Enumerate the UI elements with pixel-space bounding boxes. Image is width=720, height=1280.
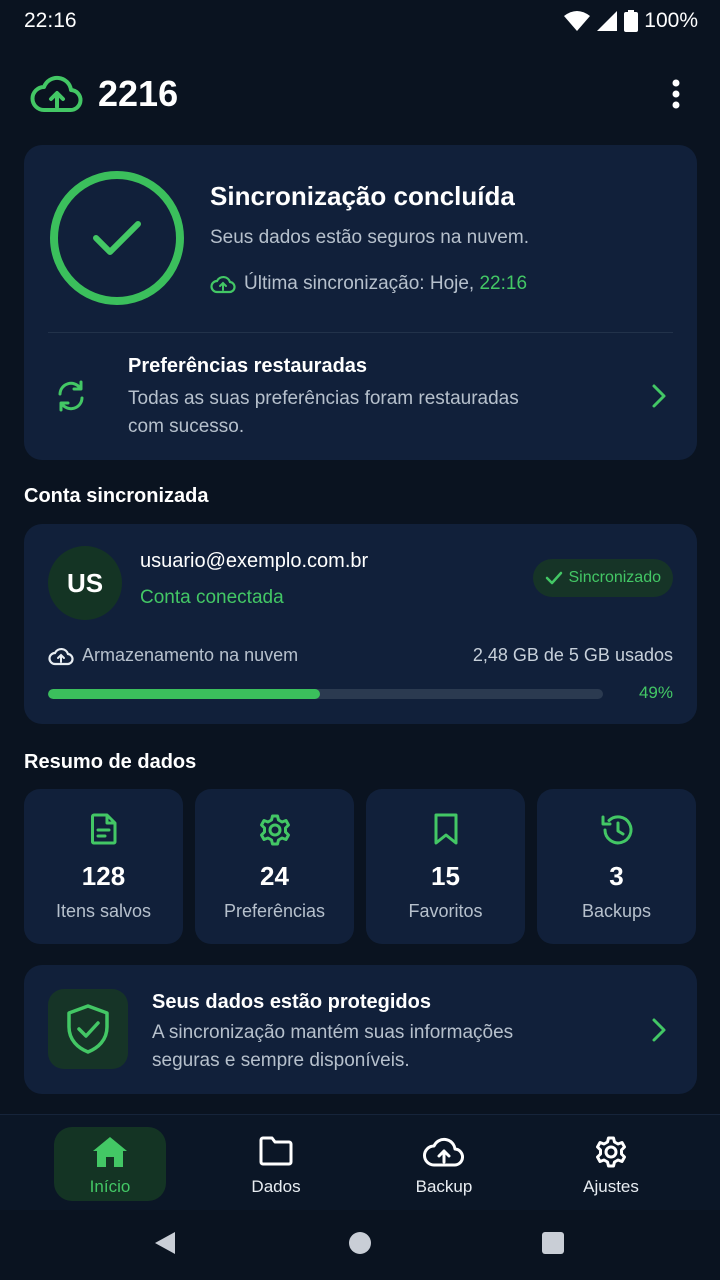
chevron-right-icon bbox=[652, 384, 666, 408]
storage-usage: 2,48 GB de 5 GB usados bbox=[472, 645, 673, 665]
stat-card-saved-items[interactable]: 128 Itens salvos bbox=[24, 789, 183, 944]
cloud-check-icon bbox=[210, 275, 236, 294]
wifi-icon bbox=[564, 11, 591, 31]
protected-description: A sincronização mantém suas informações … bbox=[152, 1022, 514, 1071]
folder-icon bbox=[259, 1136, 293, 1166]
storage-percent: 49% bbox=[638, 683, 673, 702]
check-icon bbox=[545, 571, 562, 585]
app-header: 2216 bbox=[0, 60, 720, 128]
gear-icon bbox=[259, 814, 290, 846]
storage-label: Armazenamento na nuvem bbox=[82, 645, 299, 665]
bottom-navigation: Início Dados Backup Ajustes bbox=[0, 1114, 720, 1210]
battery-icon bbox=[624, 10, 639, 32]
file-icon bbox=[90, 813, 116, 845]
account-email: usuario@exemplo.com.br bbox=[140, 550, 369, 572]
nav-label: Início bbox=[89, 1177, 131, 1196]
preferences-restored-row[interactable]: Preferências restauradas Todas as suas p… bbox=[24, 333, 697, 460]
app-title: 2216 bbox=[98, 73, 179, 114]
nav-data[interactable]: Dados bbox=[220, 1127, 332, 1201]
shield-badge bbox=[48, 989, 128, 1069]
protected-title: Seus dados estão protegidos bbox=[152, 991, 431, 1013]
system-navigation bbox=[0, 1210, 720, 1280]
nav-home[interactable]: Início bbox=[54, 1127, 166, 1201]
sync-success-indicator bbox=[50, 171, 184, 305]
preferences-title: Preferências restauradas bbox=[128, 355, 368, 377]
stat-label: Favoritos bbox=[408, 901, 483, 921]
account-section-title: Conta sincronizada bbox=[24, 485, 209, 507]
sync-status-card: Sincronização concluída Seus dados estão… bbox=[24, 145, 697, 460]
history-icon bbox=[601, 815, 632, 845]
back-icon[interactable] bbox=[153, 1230, 177, 1256]
cloud-icon bbox=[48, 647, 74, 665]
sync-title: Sincronização concluída bbox=[210, 181, 515, 211]
stat-value: 128 bbox=[81, 861, 126, 891]
account-status: Conta conectada bbox=[140, 587, 284, 608]
check-icon bbox=[93, 221, 141, 255]
avatar: US bbox=[48, 546, 122, 620]
storage-progress-fill bbox=[48, 689, 320, 699]
data-protected-card[interactable]: Seus dados estão protegidos A sincroniza… bbox=[24, 965, 697, 1094]
shield-check-icon bbox=[67, 1004, 109, 1054]
nav-label: Dados bbox=[251, 1177, 301, 1196]
status-time: 22:16 bbox=[24, 9, 77, 32]
status-bar: 22:16 100% bbox=[0, 0, 720, 42]
nav-backup[interactable]: Backup bbox=[388, 1127, 500, 1201]
more-vert-icon bbox=[672, 79, 680, 109]
last-sync: Última sincronização: Hoje, 22:16 bbox=[210, 273, 527, 295]
nav-label: Backup bbox=[415, 1177, 473, 1196]
sync-icon bbox=[58, 380, 84, 412]
stat-value: 24 bbox=[260, 861, 289, 891]
last-sync-time: 22:16 bbox=[479, 273, 528, 294]
stat-value: 3 bbox=[609, 861, 624, 891]
chevron-right-icon bbox=[652, 1018, 666, 1042]
summary-section-title: Resumo de dados bbox=[24, 751, 197, 773]
bookmark-icon bbox=[434, 813, 457, 845]
last-sync-label: Última sincronização: Hoje, bbox=[244, 273, 480, 294]
home-icon bbox=[93, 1137, 127, 1167]
gear-icon bbox=[596, 1136, 626, 1168]
status-badge-label: Sincronizado bbox=[568, 569, 662, 586]
stat-card-preferences[interactable]: 24 Preferências bbox=[195, 789, 354, 944]
signal-icon bbox=[597, 11, 618, 31]
storage-progress-bar bbox=[48, 689, 603, 699]
stat-value: 15 bbox=[431, 861, 460, 891]
sync-subtitle: Seus dados estão seguros na nuvem. bbox=[210, 227, 529, 248]
more-options-button[interactable] bbox=[656, 64, 696, 124]
status-icons: 100% bbox=[564, 9, 698, 33]
account-card: US usuario@exemplo.com.br Conta conectad… bbox=[24, 524, 697, 724]
status-badge: Sincronizado bbox=[532, 559, 673, 597]
stat-label: Backups bbox=[581, 901, 652, 921]
stat-label: Itens salvos bbox=[55, 901, 152, 921]
preferences-description: Todas as suas preferências foram restaur… bbox=[128, 388, 519, 437]
stat-card-backups[interactable]: 3 Backups bbox=[537, 789, 696, 944]
battery-percent: 100% bbox=[644, 9, 698, 32]
cloud-upload-icon bbox=[423, 1137, 464, 1167]
stat-card-favorites[interactable]: 15 Favoritos bbox=[366, 789, 525, 944]
storage-label-row: Armazenamento na nuvem bbox=[48, 645, 298, 666]
recents-icon[interactable] bbox=[541, 1230, 565, 1256]
stat-label: Preferências bbox=[223, 901, 326, 921]
home-button-icon[interactable] bbox=[348, 1230, 372, 1256]
nav-label: Ajustes bbox=[583, 1177, 639, 1196]
nav-settings[interactable]: Ajustes bbox=[555, 1127, 667, 1201]
cloud-upload-icon bbox=[30, 75, 83, 112]
